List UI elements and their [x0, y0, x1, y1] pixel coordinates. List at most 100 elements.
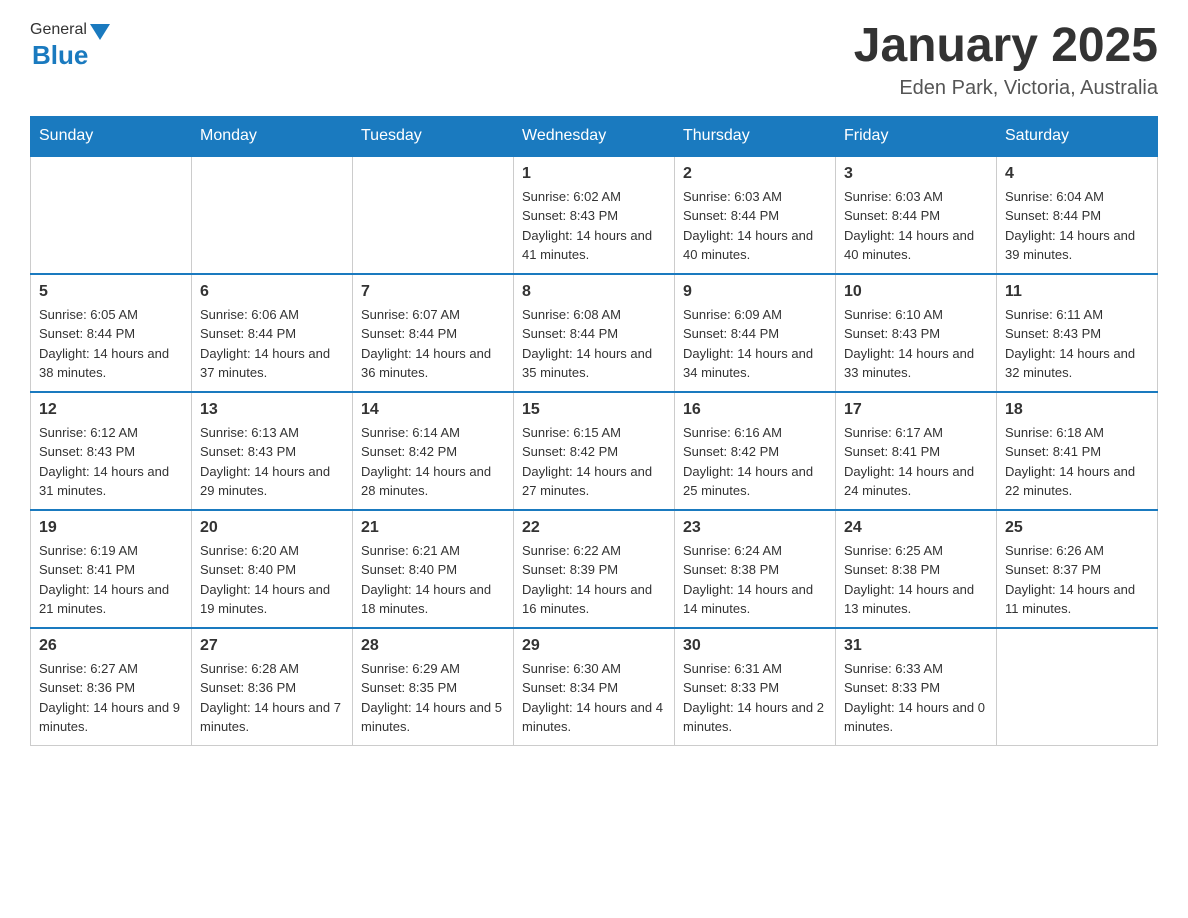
day-number: 28 — [361, 637, 505, 655]
day-number: 18 — [1005, 401, 1149, 419]
calendar-cell: 31Sunrise: 6:33 AM Sunset: 8:33 PM Dayli… — [836, 628, 997, 746]
calendar-cell: 15 Sunrise: 6:15 AM Sunset: 8:42 PM Dayli… — [514, 392, 675, 510]
day-info: Sunrise: 6:25 AM Sunset: 8:38 PM Dayligh… — [844, 541, 988, 619]
day-info: Sunrise: 6:02 AM Sunset: 8:43 PM Dayligh… — [522, 187, 666, 265]
day-info: Sunrise: 6:14 AM Sunset: 8:42 PM Dayligh… — [361, 423, 505, 501]
col-header-tuesday: Tuesday — [353, 116, 514, 156]
calendar-cell: 17Sunrise: 6:17 AM Sunset: 8:41 PM Dayli… — [836, 392, 997, 510]
day-number: 11 — [1005, 283, 1149, 301]
calendar-cell: 29Sunrise: 6:30 AM Sunset: 8:34 PM Dayli… — [514, 628, 675, 746]
calendar-week-row: 12 Sunrise: 6:12 AM Sunset: 8:43 PM Dayli… — [31, 392, 1158, 510]
day-number: 7 — [361, 283, 505, 301]
day-info: Sunrise: 6:11 AM Sunset: 8:43 PM Dayligh… — [1005, 305, 1149, 383]
logo-blue-text: Blue — [32, 40, 88, 71]
day-info: Sunrise: 6:24 AM Sunset: 8:38 PM Dayligh… — [683, 541, 827, 619]
calendar-cell: 7 Sunrise: 6:07 AM Sunset: 8:44 PM Daylig… — [353, 274, 514, 392]
day-number: 10 — [844, 283, 988, 301]
day-info: Sunrise: 6:04 AM Sunset: 8:44 PM Dayligh… — [1005, 187, 1149, 265]
day-number: 9 — [683, 283, 827, 301]
calendar-cell: 21Sunrise: 6:21 AM Sunset: 8:40 PM Dayli… — [353, 510, 514, 628]
calendar-cell: 26 Sunrise: 6:27 AM Sunset: 8:36 PM Dayli… — [31, 628, 192, 746]
day-info: Sunrise: 6:26 AM Sunset: 8:37 PM Dayligh… — [1005, 541, 1149, 619]
location-text: Eden Park, Victoria, Australia — [854, 77, 1158, 100]
calendar-cell: 13 Sunrise: 6:13 AM Sunset: 8:43 PM Dayli… — [192, 392, 353, 510]
day-info: Sunrise: 6:08 AM Sunset: 8:44 PM Dayligh… — [522, 305, 666, 383]
day-number: 16 — [683, 401, 827, 419]
day-number: 12 — [39, 401, 183, 419]
calendar-cell: 2 Sunrise: 6:03 AM Sunset: 8:44 PM Daylig… — [675, 156, 836, 274]
day-number: 4 — [1005, 165, 1149, 183]
col-header-sunday: Sunday — [31, 116, 192, 156]
calendar-cell: 19Sunrise: 6:19 AM Sunset: 8:41 PM Dayli… — [31, 510, 192, 628]
day-info: Sunrise: 6:12 AM Sunset: 8:43 PM Dayligh… — [39, 423, 183, 501]
calendar-cell — [997, 628, 1158, 746]
logo: General Blue — [30, 20, 113, 71]
day-number: 27 — [200, 637, 344, 655]
day-info: Sunrise: 6:30 AM Sunset: 8:34 PM Dayligh… — [522, 659, 666, 737]
calendar-cell: 12 Sunrise: 6:12 AM Sunset: 8:43 PM Dayli… — [31, 392, 192, 510]
calendar-cell: 14 Sunrise: 6:14 AM Sunset: 8:42 PM Dayli… — [353, 392, 514, 510]
calendar-cell: 24Sunrise: 6:25 AM Sunset: 8:38 PM Dayli… — [836, 510, 997, 628]
day-number: 23 — [683, 519, 827, 537]
day-number: 5 — [39, 283, 183, 301]
day-info: Sunrise: 6:07 AM Sunset: 8:44 PM Dayligh… — [361, 305, 505, 383]
day-info: Sunrise: 6:29 AM Sunset: 8:35 PM Dayligh… — [361, 659, 505, 737]
day-number: 14 — [361, 401, 505, 419]
day-info: Sunrise: 6:20 AM Sunset: 8:40 PM Dayligh… — [200, 541, 344, 619]
day-info: Sunrise: 6:03 AM Sunset: 8:44 PM Dayligh… — [844, 187, 988, 265]
calendar-table: SundayMondayTuesdayWednesdayThursdayFrid… — [30, 116, 1158, 746]
calendar-cell: 8 Sunrise: 6:08 AM Sunset: 8:44 PM Daylig… — [514, 274, 675, 392]
calendar-cell: 27Sunrise: 6:28 AM Sunset: 8:36 PM Dayli… — [192, 628, 353, 746]
calendar-cell: 25Sunrise: 6:26 AM Sunset: 8:37 PM Dayli… — [997, 510, 1158, 628]
calendar-cell: 30 Sunrise: 6:31 AM Sunset: 8:33 PM Dayli… — [675, 628, 836, 746]
day-number: 15 — [522, 401, 666, 419]
calendar-cell: 22 Sunrise: 6:22 AM Sunset: 8:39 PM Dayli… — [514, 510, 675, 628]
day-number: 30 — [683, 637, 827, 655]
calendar-cell: 28 Sunrise: 6:29 AM Sunset: 8:35 PM Dayli… — [353, 628, 514, 746]
day-info: Sunrise: 6:31 AM Sunset: 8:33 PM Dayligh… — [683, 659, 827, 737]
day-number: 6 — [200, 283, 344, 301]
day-info: Sunrise: 6:27 AM Sunset: 8:36 PM Dayligh… — [39, 659, 183, 737]
day-number: 2 — [683, 165, 827, 183]
calendar-cell: 11 Sunrise: 6:11 AM Sunset: 8:43 PM Dayli… — [997, 274, 1158, 392]
day-info: Sunrise: 6:22 AM Sunset: 8:39 PM Dayligh… — [522, 541, 666, 619]
logo-general-text: General — [30, 21, 87, 39]
calendar-cell: 20 Sunrise: 6:20 AM Sunset: 8:40 PM Dayli… — [192, 510, 353, 628]
calendar-cell — [353, 156, 514, 274]
day-number: 1 — [522, 165, 666, 183]
day-info: Sunrise: 6:18 AM Sunset: 8:41 PM Dayligh… — [1005, 423, 1149, 501]
day-info: Sunrise: 6:21 AM Sunset: 8:40 PM Dayligh… — [361, 541, 505, 619]
day-number: 22 — [522, 519, 666, 537]
day-number: 3 — [844, 165, 988, 183]
calendar-cell: 4 Sunrise: 6:04 AM Sunset: 8:44 PM Daylig… — [997, 156, 1158, 274]
calendar-cell: 16 Sunrise: 6:16 AM Sunset: 8:42 PM Dayli… — [675, 392, 836, 510]
month-title: January 2025 — [854, 20, 1158, 73]
day-info: Sunrise: 6:09 AM Sunset: 8:44 PM Dayligh… — [683, 305, 827, 383]
calendar-week-row: 5Sunrise: 6:05 AM Sunset: 8:44 PM Daylig… — [31, 274, 1158, 392]
logo-arrow-icon — [90, 24, 110, 40]
calendar-cell: 5Sunrise: 6:05 AM Sunset: 8:44 PM Daylig… — [31, 274, 192, 392]
day-info: Sunrise: 6:17 AM Sunset: 8:41 PM Dayligh… — [844, 423, 988, 501]
calendar-cell: 23 Sunrise: 6:24 AM Sunset: 8:38 PM Dayli… — [675, 510, 836, 628]
col-header-saturday: Saturday — [997, 116, 1158, 156]
day-info: Sunrise: 6:16 AM Sunset: 8:42 PM Dayligh… — [683, 423, 827, 501]
day-number: 13 — [200, 401, 344, 419]
calendar-week-row: 1 Sunrise: 6:02 AM Sunset: 8:43 PM Daylig… — [31, 156, 1158, 274]
calendar-cell: 10 Sunrise: 6:10 AM Sunset: 8:43 PM Dayli… — [836, 274, 997, 392]
calendar-cell — [192, 156, 353, 274]
day-info: Sunrise: 6:06 AM Sunset: 8:44 PM Dayligh… — [200, 305, 344, 383]
day-number: 19 — [39, 519, 183, 537]
calendar-cell: 3 Sunrise: 6:03 AM Sunset: 8:44 PM Daylig… — [836, 156, 997, 274]
day-info: Sunrise: 6:10 AM Sunset: 8:43 PM Dayligh… — [844, 305, 988, 383]
day-number: 20 — [200, 519, 344, 537]
col-header-monday: Monday — [192, 116, 353, 156]
day-number: 8 — [522, 283, 666, 301]
day-number: 31 — [844, 637, 988, 655]
col-header-wednesday: Wednesday — [514, 116, 675, 156]
day-info: Sunrise: 6:15 AM Sunset: 8:42 PM Dayligh… — [522, 423, 666, 501]
day-info: Sunrise: 6:03 AM Sunset: 8:44 PM Dayligh… — [683, 187, 827, 265]
day-info: Sunrise: 6:13 AM Sunset: 8:43 PM Dayligh… — [200, 423, 344, 501]
day-number: 26 — [39, 637, 183, 655]
col-header-thursday: Thursday — [675, 116, 836, 156]
col-header-friday: Friday — [836, 116, 997, 156]
